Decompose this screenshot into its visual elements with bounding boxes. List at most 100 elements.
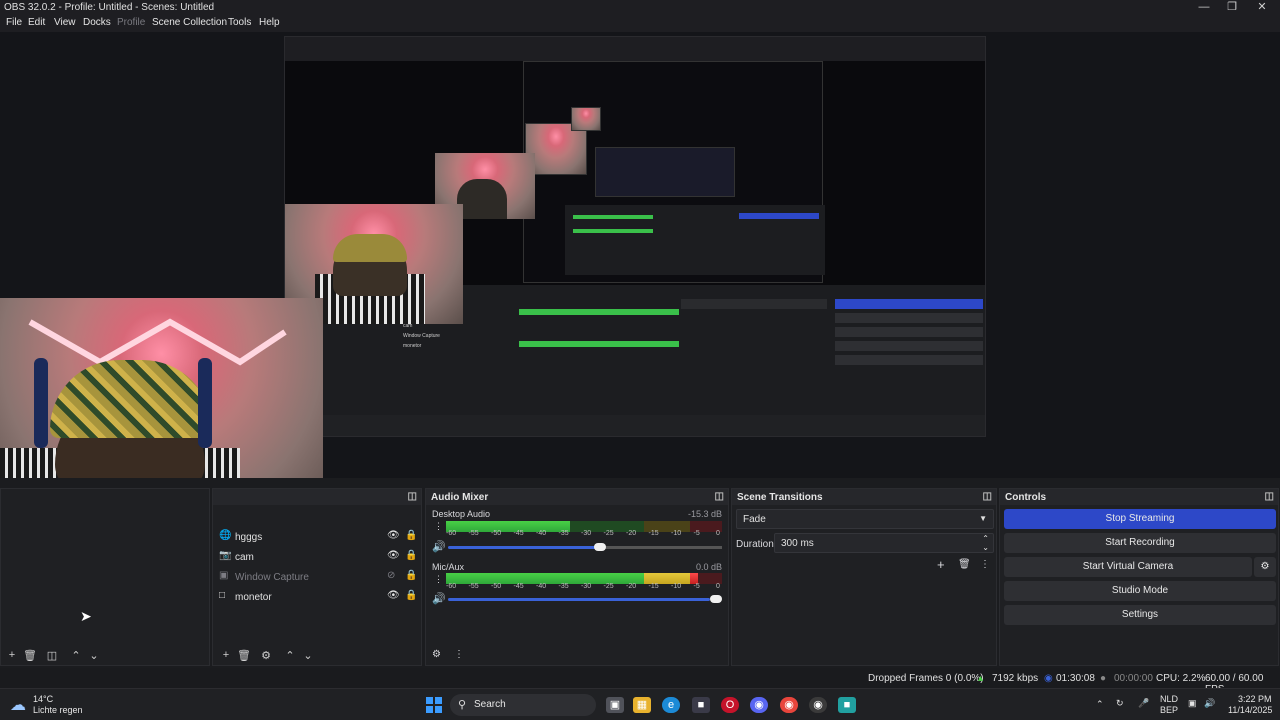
volume-slider-handle[interactable] bbox=[710, 595, 722, 603]
task-view-icon[interactable]: ▣ bbox=[606, 697, 624, 713]
meter-tick-label: -20 bbox=[626, 583, 637, 590]
window-title: OBS 32.0.2 - Profile: Untitled - Scenes:… bbox=[4, 2, 215, 13]
meter-tick-label: -30 bbox=[581, 583, 592, 590]
move-down-icon[interactable]: ⌄ bbox=[301, 649, 315, 662]
settings-button[interactable]: Settings bbox=[1004, 605, 1276, 625]
clock-time[interactable]: 3:22 PM bbox=[1238, 694, 1272, 704]
nested-docks-row bbox=[565, 205, 825, 275]
transition-select[interactable]: Fade ▼ bbox=[736, 509, 994, 529]
weather-desc[interactable]: Lichte regen bbox=[33, 705, 83, 715]
language-code[interactable]: NLD bbox=[1160, 694, 1178, 704]
store-icon[interactable]: ■ bbox=[692, 697, 710, 713]
add-transition-icon[interactable]: + bbox=[937, 557, 945, 572]
volume-slider[interactable] bbox=[448, 546, 598, 549]
stop-streaming-button[interactable]: Stop Streaming bbox=[1004, 509, 1276, 529]
lock-icon[interactable]: 🔒 bbox=[405, 570, 417, 581]
keyboard-layout[interactable]: BEP bbox=[1160, 705, 1178, 715]
app-icon[interactable]: ■ bbox=[838, 697, 856, 713]
remove-source-icon[interactable]: 🗑 bbox=[237, 649, 251, 662]
edge-icon[interactable]: e bbox=[662, 697, 680, 713]
lock-icon[interactable]: 🔒 bbox=[405, 550, 417, 561]
source-item[interactable]: 🌐 hgggs 👁 🔒 bbox=[219, 528, 419, 548]
undock-icon[interactable]: ◫ bbox=[983, 491, 992, 502]
undock-icon[interactable]: ◫ bbox=[1265, 491, 1274, 502]
move-up-icon[interactable]: ⌃ bbox=[69, 649, 83, 662]
channel-menu-icon[interactable]: ⋮ bbox=[434, 521, 443, 532]
channel-db: 0.0 dB bbox=[695, 562, 722, 572]
chrome-icon[interactable]: ◉ bbox=[780, 697, 798, 713]
monitor-icon: □ bbox=[219, 590, 226, 601]
undock-icon[interactable]: ◫ bbox=[715, 491, 724, 502]
record-time: 00:00:00 bbox=[1114, 673, 1153, 684]
audio-settings-icon[interactable]: ⚙ bbox=[432, 649, 441, 660]
lock-icon[interactable]: 🔒 bbox=[405, 530, 417, 541]
speaker-icon[interactable]: 🔊 bbox=[432, 592, 446, 605]
source-item[interactable]: ▣ Window Capture ⊘ 🔒 bbox=[219, 568, 419, 588]
volume-icon[interactable]: 🔊 bbox=[1204, 698, 1215, 709]
remove-transition-icon[interactable]: 🗑 bbox=[958, 559, 971, 570]
visibility-eye-icon[interactable]: 👁 bbox=[387, 550, 400, 561]
menu-file[interactable]: File bbox=[6, 17, 22, 28]
meter-tick-label: -45 bbox=[513, 530, 524, 537]
weather-temp[interactable]: 14°C bbox=[33, 694, 53, 704]
gear-icon[interactable]: ⚙ bbox=[259, 649, 273, 662]
transition-value: Fade bbox=[743, 514, 766, 525]
remove-scene-icon[interactable]: 🗑 bbox=[23, 649, 37, 662]
obs-icon[interactable]: ◉ bbox=[809, 697, 827, 713]
record-icon: ● bbox=[1100, 673, 1107, 684]
meter-tick-label: -5 bbox=[693, 530, 700, 537]
clock-date[interactable]: 11/14/2025 bbox=[1228, 705, 1272, 715]
duration-label: Duration bbox=[736, 539, 774, 550]
opera-icon[interactable]: O bbox=[721, 697, 739, 713]
visibility-hidden-icon[interactable]: ⊘ bbox=[387, 570, 395, 581]
studio-mode-button[interactable]: Studio Mode bbox=[1004, 581, 1276, 601]
meter-tick-label: -55 bbox=[468, 530, 479, 537]
undock-icon[interactable]: ◫ bbox=[408, 491, 417, 502]
channel-menu-icon[interactable]: ⋮ bbox=[434, 574, 443, 585]
network-icon[interactable]: ▣ bbox=[1188, 698, 1197, 709]
move-down-icon[interactable]: ⌄ bbox=[87, 649, 101, 662]
menu-docks[interactable]: Docks bbox=[83, 17, 111, 28]
discord-icon[interactable]: ◉ bbox=[750, 697, 768, 713]
menu-scene-collection[interactable]: Scene Collection bbox=[152, 17, 227, 28]
menu-tools[interactable]: Tools bbox=[228, 17, 251, 28]
volume-slider-handle[interactable] bbox=[594, 543, 606, 551]
visibility-eye-icon[interactable]: 👁 bbox=[387, 530, 400, 541]
start-virtual-camera-button[interactable]: Start Virtual Camera bbox=[1004, 557, 1252, 577]
refresh-icon[interactable]: ↻ bbox=[1116, 698, 1124, 709]
bitrate: 7192 kbps bbox=[992, 673, 1039, 684]
microphone-icon[interactable]: 🎤 bbox=[1138, 698, 1149, 709]
volume-slider[interactable] bbox=[448, 598, 710, 601]
menu-view[interactable]: View bbox=[54, 17, 76, 28]
close-button[interactable]: ✕ bbox=[1246, 0, 1278, 16]
virtual-camera-settings-gear-icon[interactable]: ⚙ bbox=[1254, 557, 1276, 577]
filter-scene-icon[interactable]: ◫ bbox=[45, 649, 59, 662]
duration-field[interactable]: 300 ms ⌃ ⌄ bbox=[774, 533, 994, 553]
weather-cloud-icon[interactable]: ☁ bbox=[10, 695, 26, 715]
add-scene-icon[interactable]: + bbox=[5, 649, 19, 661]
maximize-button[interactable]: ❐ bbox=[1216, 0, 1248, 16]
menu-help[interactable]: Help bbox=[259, 17, 280, 28]
move-up-icon[interactable]: ⌃ bbox=[283, 649, 297, 662]
audio-menu-icon[interactable]: ⋮ bbox=[454, 649, 464, 660]
windows-start-icon[interactable] bbox=[426, 697, 442, 713]
source-item[interactable]: □ monetor 👁 🔒 bbox=[219, 588, 419, 608]
add-source-icon[interactable]: + bbox=[219, 649, 233, 661]
file-explorer-icon[interactable]: ▦ bbox=[633, 697, 651, 713]
speaker-icon[interactable]: 🔊 bbox=[432, 540, 446, 553]
menu-profile[interactable]: Profile bbox=[117, 17, 145, 28]
stepper-icon[interactable]: ⌃ ⌄ bbox=[982, 534, 989, 552]
meter-tick-label: -30 bbox=[581, 530, 592, 537]
menu-edit[interactable]: Edit bbox=[28, 17, 45, 28]
chevron-up-icon[interactable]: ⌃ bbox=[1096, 699, 1104, 710]
headphones-right bbox=[198, 358, 212, 448]
visibility-eye-icon[interactable]: 👁 bbox=[387, 590, 400, 601]
preview-canvas[interactable]: hgggscamWindow Capturemonetor bbox=[284, 36, 986, 437]
lock-icon[interactable]: 🔒 bbox=[405, 590, 417, 601]
search-box[interactable]: ⚲ Search bbox=[450, 694, 596, 716]
globe-icon: 🌐 bbox=[219, 530, 232, 541]
start-recording-button[interactable]: Start Recording bbox=[1004, 533, 1276, 553]
source-item[interactable]: 📷 cam 👁 🔒 bbox=[219, 548, 419, 568]
controls-dock: Controls ◫ Stop Streaming Start Recordin… bbox=[999, 488, 1279, 666]
transition-menu-icon[interactable]: ⋮ bbox=[980, 559, 990, 570]
